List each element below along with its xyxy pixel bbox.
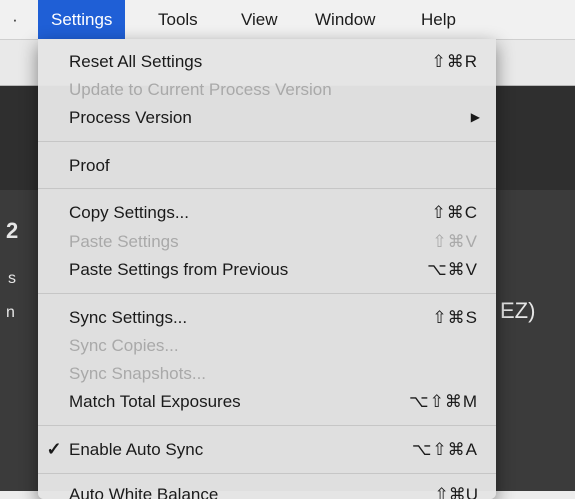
menu-item-label: Sync Copies... xyxy=(69,336,179,355)
background-text-fragment: s xyxy=(8,270,16,287)
menu-separator xyxy=(38,293,496,294)
menu-item-sync-settings[interactable]: Sync Settings... ⇧⌘S xyxy=(38,305,496,330)
menubar-item-help[interactable]: Help xyxy=(408,0,469,39)
menu-separator xyxy=(38,425,496,426)
menu-bar: · Settings Tools View Window Help xyxy=(0,0,575,40)
menu-item-enable-auto-sync[interactable]: ✓ Enable Auto Sync ⌥⇧⌘A xyxy=(38,437,496,462)
menu-separator xyxy=(38,188,496,189)
menu-item-process-version[interactable]: Process Version ▶ xyxy=(38,105,496,130)
menubar-item-tools[interactable]: Tools xyxy=(145,0,211,39)
menu-item-proof[interactable]: Proof xyxy=(38,153,496,178)
menubar-item-settings[interactable]: Settings xyxy=(38,0,126,39)
menu-item-auto-white-balance-cutoff[interactable]: Auto White Balance xyxy=(69,485,218,499)
settings-menu: Reset All Settings ⇧⌘R Update to Current… xyxy=(38,39,496,499)
menu-item-update-process-version: Update to Current Process Version xyxy=(38,77,496,102)
background-text-fragment: EZ) xyxy=(500,298,536,323)
menu-item-label: Match Total Exposures xyxy=(69,392,241,411)
menubar-edge: · xyxy=(12,10,18,29)
menu-item-sync-snapshots: Sync Snapshots... xyxy=(38,361,496,386)
menu-item-label: Paste Settings xyxy=(69,232,179,251)
menu-item-paste-settings: Paste Settings ⇧⌘V xyxy=(38,229,496,254)
menu-separator xyxy=(38,141,496,142)
menu-item-sync-copies: Sync Copies... xyxy=(38,333,496,358)
menu-item-shortcut: ⌥⇧⌘M xyxy=(409,392,478,411)
background-text-fragment: n xyxy=(6,304,15,321)
menu-item-reset-all-settings[interactable]: Reset All Settings ⇧⌘R xyxy=(38,49,496,74)
menu-item-shortcut: ⇧⌘R xyxy=(431,52,478,71)
menubar-item-window[interactable]: Window xyxy=(302,0,388,39)
menu-item-label: Enable Auto Sync xyxy=(69,440,204,459)
menu-item-paste-settings-from-previous[interactable]: Paste Settings from Previous ⌥⌘V xyxy=(38,257,496,282)
menu-item-label: Update to Current Process Version xyxy=(69,80,332,99)
menu-item-copy-settings[interactable]: Copy Settings... ⇧⌘C xyxy=(38,200,496,225)
menu-item-shortcut: ⇧⌘S xyxy=(432,308,478,327)
menubar-item-view[interactable]: View xyxy=(228,0,291,39)
menu-item-label: Proof xyxy=(69,156,110,175)
menu-item-match-total-exposures[interactable]: Match Total Exposures ⌥⇧⌘M xyxy=(38,389,496,414)
menu-item-shortcut: ⇧⌘U xyxy=(434,485,478,499)
menu-item-label: Reset All Settings xyxy=(69,52,203,71)
menu-item-label: Copy Settings... xyxy=(69,203,190,222)
menu-item-label: Paste Settings from Previous xyxy=(69,260,289,279)
submenu-arrow-icon: ▶ xyxy=(470,110,480,124)
menu-item-label: Sync Snapshots... xyxy=(69,364,207,383)
menu-item-shortcut: ⌥⌘V xyxy=(427,260,478,279)
menu-item-shortcut: ⌥⇧⌘A xyxy=(411,440,478,459)
menu-item-shortcut: ⇧⌘C xyxy=(431,203,478,222)
menu-separator xyxy=(38,473,496,474)
background-text-fragment: 2 xyxy=(6,218,19,243)
menu-item-label: Sync Settings... xyxy=(69,308,188,327)
checkmark-icon: ✓ xyxy=(46,439,62,459)
menu-item-label: Process Version xyxy=(69,108,192,127)
menu-item-shortcut: ⇧⌘V xyxy=(432,232,478,251)
